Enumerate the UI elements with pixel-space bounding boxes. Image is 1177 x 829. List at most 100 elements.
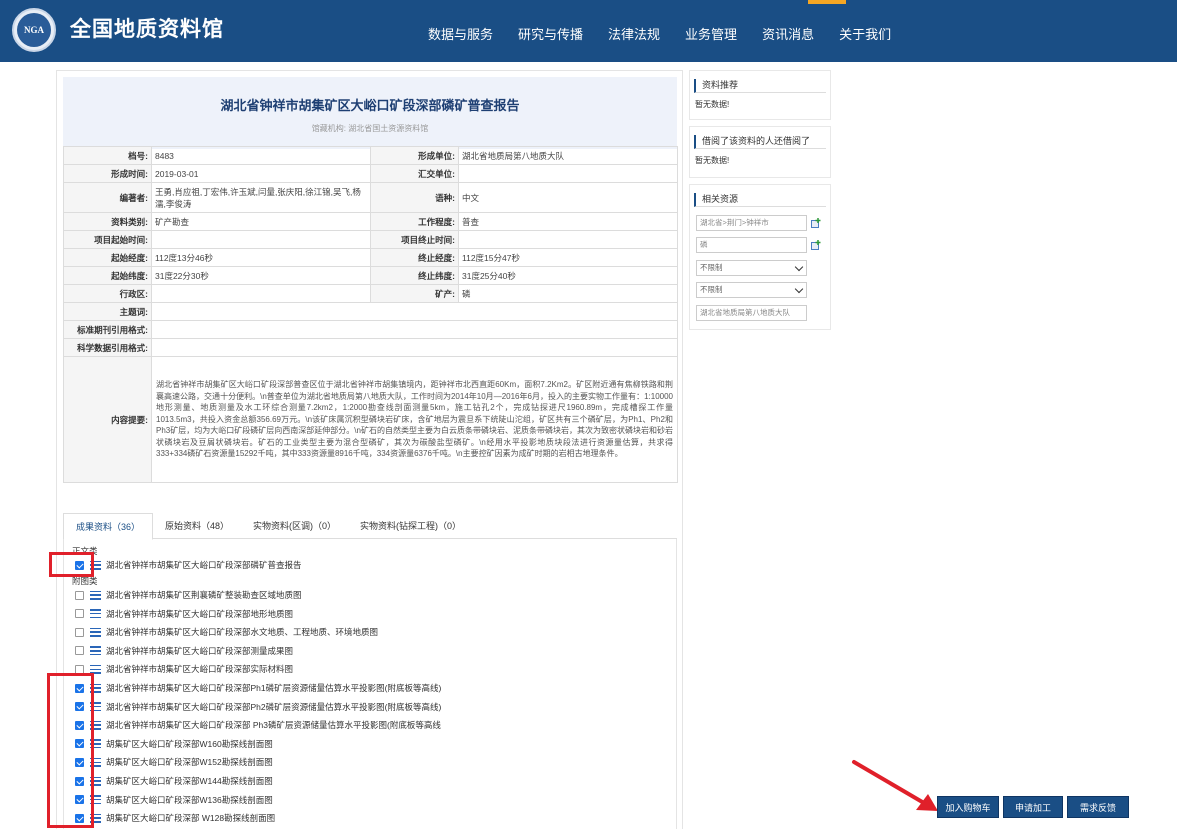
tab-results[interactable]: 成果资料（36） <box>63 513 154 540</box>
apply-processing-button[interactable]: 申请加工 <box>1003 796 1063 818</box>
also-borrowed-title: 借阅了该资料的人还借阅了 <box>694 135 826 149</box>
category-label: 资料类别: <box>63 212 152 231</box>
tab-physical-survey[interactable]: 实物资料(区调)（0） <box>241 513 348 538</box>
proj-start-value <box>151 230 371 249</box>
chevron-down-icon <box>794 284 804 294</box>
filter-select-2[interactable]: 不限制 <box>696 282 807 298</box>
highlight-box-maps <box>47 673 94 828</box>
abstract-label: 内容提要: <box>63 356 152 483</box>
file-name[interactable]: 湖北省钟祥市胡集矿区大峪口矿段深部水文地质、工程地质、环境地质图 <box>106 626 378 638</box>
file-row[interactable]: 胡集矿区大峪口矿段深部W136勘探线剖面图 <box>75 793 273 807</box>
file-name[interactable]: 胡集矿区大峪口矿段深部W152勘探线剖面图 <box>106 756 273 768</box>
site-header: NGA 全国地质资料馆 数据与服务 研究与传播 法律法规 业务管理 资讯消息 关… <box>0 0 1177 62</box>
add-to-cart-button[interactable]: 加入购物车 <box>937 796 999 818</box>
nav-data-services[interactable]: 数据与服务 <box>428 24 493 43</box>
document-title: 湖北省钟祥市胡集矿区大峪口矿段深部磷矿普查报告 <box>220 98 520 113</box>
file-row[interactable]: 湖北省钟祥市胡集矿区大峪口矿段深部实际材料图 <box>75 662 293 676</box>
work-level-value: 普查 <box>458 212 678 231</box>
science-cite-value <box>151 338 678 357</box>
start-lat-label: 起始纬度: <box>63 266 152 285</box>
file-name[interactable]: 胡集矿区大峪口矿段深部W136勘探线剖面图 <box>106 794 273 806</box>
top-accent-tab[interactable] <box>808 0 846 4</box>
file-name[interactable]: 湖北省钟祥市胡集矿区大峪口矿段深部Ph1磷矿层资源储量估算水平投影图(附底板等高… <box>106 682 441 694</box>
recommend-empty: 暂无数据! <box>695 100 730 109</box>
file-row[interactable]: 湖北省钟祥市胡集矿区大峪口矿段深部地形地质图 <box>75 607 293 621</box>
proj-end-label: 项目终止时间: <box>370 230 459 249</box>
authors-value: 王勇,肖应祖,丁宏伟,许玉斌,闫量,张庆阳,徐江锦,吴飞,杨濡,李俊涛 <box>151 182 371 213</box>
proj-start-label: 项目起始时间: <box>63 230 152 249</box>
nav-business[interactable]: 业务管理 <box>685 24 737 43</box>
file-row[interactable]: 胡集矿区大峪口矿段深部 W128勘探线剖面图 <box>75 811 275 825</box>
end-lon-label: 终止经度: <box>370 248 459 267</box>
filter-select-1-value: 不限制 <box>700 263 723 272</box>
file-row[interactable]: 湖北省钟祥市胡集矿区大峪口矿段深部 Ph3磷矿层资源储量估算水平投影图(附底板等… <box>75 718 441 732</box>
file-row[interactable]: 湖北省钟祥市胡集矿区大峪口矿段深部Ph1磷矿层资源储量估算水平投影图(附底板等高… <box>75 681 441 695</box>
region-input[interactable]: 湖北省>荆门>钟祥市 <box>696 215 807 231</box>
formed-time-value: 2019-03-01 <box>151 164 371 183</box>
admin-label: 行政区: <box>63 284 152 303</box>
file-checkbox[interactable] <box>75 590 84 600</box>
list-icon <box>90 609 101 619</box>
tab-original[interactable]: 原始资料（48） <box>153 513 241 538</box>
mineral-value: 磷 <box>458 284 678 303</box>
file-name[interactable]: 湖北省钟祥市胡集矿区大峪口矿段深部Ph2磷矿层资源储量估算水平投影图(附底板等高… <box>106 701 441 713</box>
filter-select-1[interactable]: 不限制 <box>696 260 807 276</box>
add-icon[interactable] <box>811 218 821 228</box>
sidebar-also-borrowed: 借阅了该资料的人还借阅了 暂无数据! <box>689 126 831 178</box>
file-name[interactable]: 胡集矿区大峪口矿段深部 W128勘探线剖面图 <box>106 812 275 824</box>
also-borrowed-empty: 暂无数据! <box>695 156 730 165</box>
admin-value <box>151 284 371 303</box>
file-row[interactable]: 湖北省钟祥市胡集矿区大峪口矿段深部水文地质、工程地质、环境地质图 <box>75 625 378 639</box>
file-checkbox[interactable] <box>75 609 84 619</box>
nga-logo[interactable]: NGA <box>12 8 56 52</box>
mineral-input[interactable]: 磷 <box>696 237 807 253</box>
nav-research[interactable]: 研究与传播 <box>518 24 583 43</box>
related-title: 相关资源 <box>694 193 826 207</box>
demand-feedback-button[interactable]: 需求反馈 <box>1067 796 1129 818</box>
file-row[interactable]: 胡集矿区大峪口矿段深部W144勘探线剖面图 <box>75 774 273 788</box>
file-name[interactable]: 湖北省钟祥市胡集矿区大峪口矿段深部磷矿普查报告 <box>106 559 302 571</box>
nav-laws[interactable]: 法律法规 <box>608 24 660 43</box>
formed-time-label: 形成时间: <box>63 164 152 183</box>
unit-input[interactable]: 湖北省地质局第八地质大队 <box>696 305 807 321</box>
abstract-value: 湖北省钟祥市胡集矿区大峪口矿段深部普查区位于湖北省钟祥市胡集镇境内，距钟祥市北西… <box>151 356 678 483</box>
main-panel: 湖北省钟祥市胡集矿区大峪口矿段深部磷矿普查报告 馆藏机构: 湖北省国土资源资料馆… <box>56 70 683 829</box>
file-row[interactable]: 湖北省钟祥市胡集矿区荆襄磷矿整装勘查区域地质图 <box>75 588 302 602</box>
file-name[interactable]: 湖北省钟祥市胡集矿区大峪口矿段深部实际材料图 <box>106 663 293 675</box>
chevron-down-icon <box>794 262 804 272</box>
nga-logo-text: NGA <box>17 13 51 47</box>
unit-label: 形成单位: <box>370 146 459 165</box>
file-name[interactable]: 湖北省钟祥市胡集矿区大峪口矿段深部测量成果图 <box>106 645 293 657</box>
file-row[interactable]: 湖北省钟祥市胡集矿区大峪口矿段深部Ph2磷矿层资源储量估算水平投影图(附底板等高… <box>75 700 441 714</box>
file-row[interactable]: 湖北省钟祥市胡集矿区大峪口矿段深部磷矿普查报告 <box>75 558 302 572</box>
sidebar-recommend: 资料推荐 暂无数据! <box>689 70 831 120</box>
recommend-title: 资料推荐 <box>694 79 826 93</box>
file-name[interactable]: 湖北省钟祥市胡集矿区荆襄磷矿整装勘查区域地质图 <box>106 589 302 601</box>
journal-cite-label: 标准期刊引用格式: <box>63 320 152 339</box>
file-row[interactable]: 湖北省钟祥市胡集矿区大峪口矿段深部测量成果图 <box>75 644 293 658</box>
file-name[interactable]: 胡集矿区大峪口矿段深部W144勘探线剖面图 <box>106 775 273 787</box>
file-checkbox[interactable] <box>75 627 84 637</box>
file-row[interactable]: 胡集矿区大峪口矿段深部W160勘探线剖面图 <box>75 737 273 751</box>
file-name[interactable]: 湖北省钟祥市胡集矿区大峪口矿段深部 Ph3磷矿层资源储量估算水平投影图(附底板等… <box>106 719 441 731</box>
site-title[interactable]: 全国地质资料馆 <box>70 13 224 43</box>
filter-select-2-value: 不限制 <box>700 285 723 294</box>
nav-news[interactable]: 资讯消息 <box>762 24 814 43</box>
highlight-box-text <box>49 552 94 577</box>
subject-label: 主题词: <box>63 302 152 321</box>
nav-about[interactable]: 关于我们 <box>839 24 891 43</box>
file-checkbox[interactable] <box>75 646 84 656</box>
authors-label: 编著者: <box>63 182 152 213</box>
title-box: 湖北省钟祥市胡集矿区大峪口矿段深部磷矿普查报告 馆藏机构: 湖北省国土资源资料馆 <box>63 77 677 149</box>
add-icon[interactable] <box>811 240 821 250</box>
list-icon <box>90 646 101 656</box>
language-label: 语种: <box>370 182 459 213</box>
mineral-label: 矿产: <box>370 284 459 303</box>
file-list: 正文类 附图类 湖北省钟祥市胡集矿区大峪口矿段深部磷矿普查报告 湖北省钟祥市胡集矿… <box>63 539 677 829</box>
file-name[interactable]: 湖北省钟祥市胡集矿区大峪口矿段深部地形地质图 <box>106 608 293 620</box>
file-name[interactable]: 胡集矿区大峪口矿段深部W160勘探线剖面图 <box>106 738 273 750</box>
file-row[interactable]: 胡集矿区大峪口矿段深部W152勘探线剖面图 <box>75 755 273 769</box>
list-icon <box>90 590 101 600</box>
main-nav: 数据与服务 研究与传播 法律法规 业务管理 资讯消息 关于我们 <box>428 24 916 43</box>
tab-physical-drilling[interactable]: 实物资料(钻探工程)（0） <box>348 513 473 538</box>
